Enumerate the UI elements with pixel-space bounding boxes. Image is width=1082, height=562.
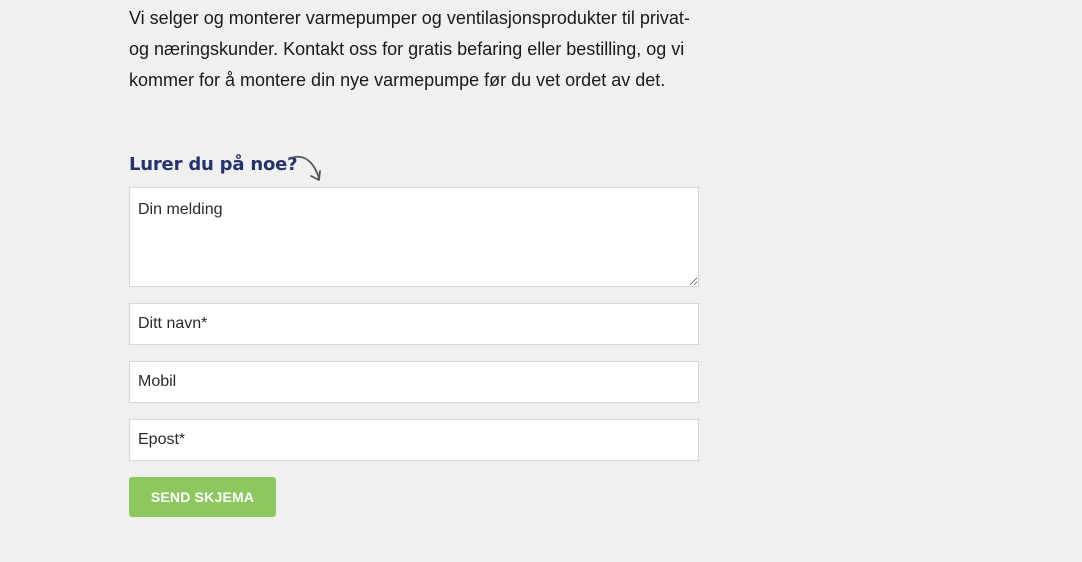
email-field[interactable] (129, 419, 699, 461)
mobile-field[interactable] (129, 361, 699, 403)
form-heading: Lurer du på noe? (129, 154, 298, 175)
contact-section: Vi selger og monterer varmepumper og ven… (129, 0, 699, 517)
name-field[interactable] (129, 303, 699, 345)
curved-arrow-down-right-icon (289, 154, 323, 184)
message-field[interactable] (129, 187, 699, 287)
intro-text: Vi selger og monterer varmepumper og ven… (129, 8, 690, 90)
form-heading-row: Lurer du på noe? (129, 152, 429, 186)
send-form-button[interactable]: SEND SKJEMA (129, 477, 276, 517)
